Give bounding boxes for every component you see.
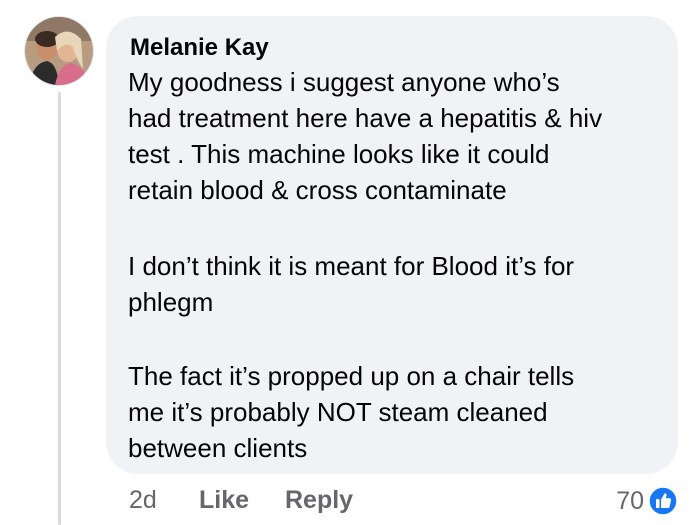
thread-line [58,92,61,525]
comment-paragraph-3: The fact it’s propped up on a chair tell… [128,358,673,466]
reaction-summary[interactable]: 70 [616,484,678,518]
comment-text-line: My goodness i suggest anyone who’s [128,67,560,97]
profile-photo-icon [25,17,93,85]
comment-paragraph-1: My goodness i suggest anyone who’s had t… [128,64,673,208]
comment-text-line: The fact it’s propped up on a chair tell… [128,361,575,391]
comment-paragraph-2: I don’t think it is meant for Blood it’s… [128,248,673,320]
comment-actions: 2d Like Reply 70 [0,484,700,518]
avatar[interactable] [24,16,94,86]
comment-text-line: test . This machine looks like it could [128,139,550,169]
reply-button[interactable]: Reply [285,484,353,516]
comment-text-line: I don’t think it is meant for Blood it’s… [128,251,575,281]
reaction-count: 70 [616,487,644,515]
like-button[interactable]: Like [199,484,249,516]
thumbs-up-icon [648,486,678,516]
comment-text-line: retain blood & cross contaminate [128,175,507,205]
comment-timestamp[interactable]: 2d [129,484,157,516]
comment-text-line: had treatment here have a hepatitis & hi… [128,103,603,133]
comment-text-line: me it’s probably NOT steam cleaned [128,397,548,427]
comment-bubble: Melanie Kay My goodness i suggest anyone… [106,16,678,474]
comment-text-line: phlegm [128,287,214,317]
comment-text-line: between clients [128,433,308,463]
comment-author-name[interactable]: Melanie Kay [130,33,269,63]
